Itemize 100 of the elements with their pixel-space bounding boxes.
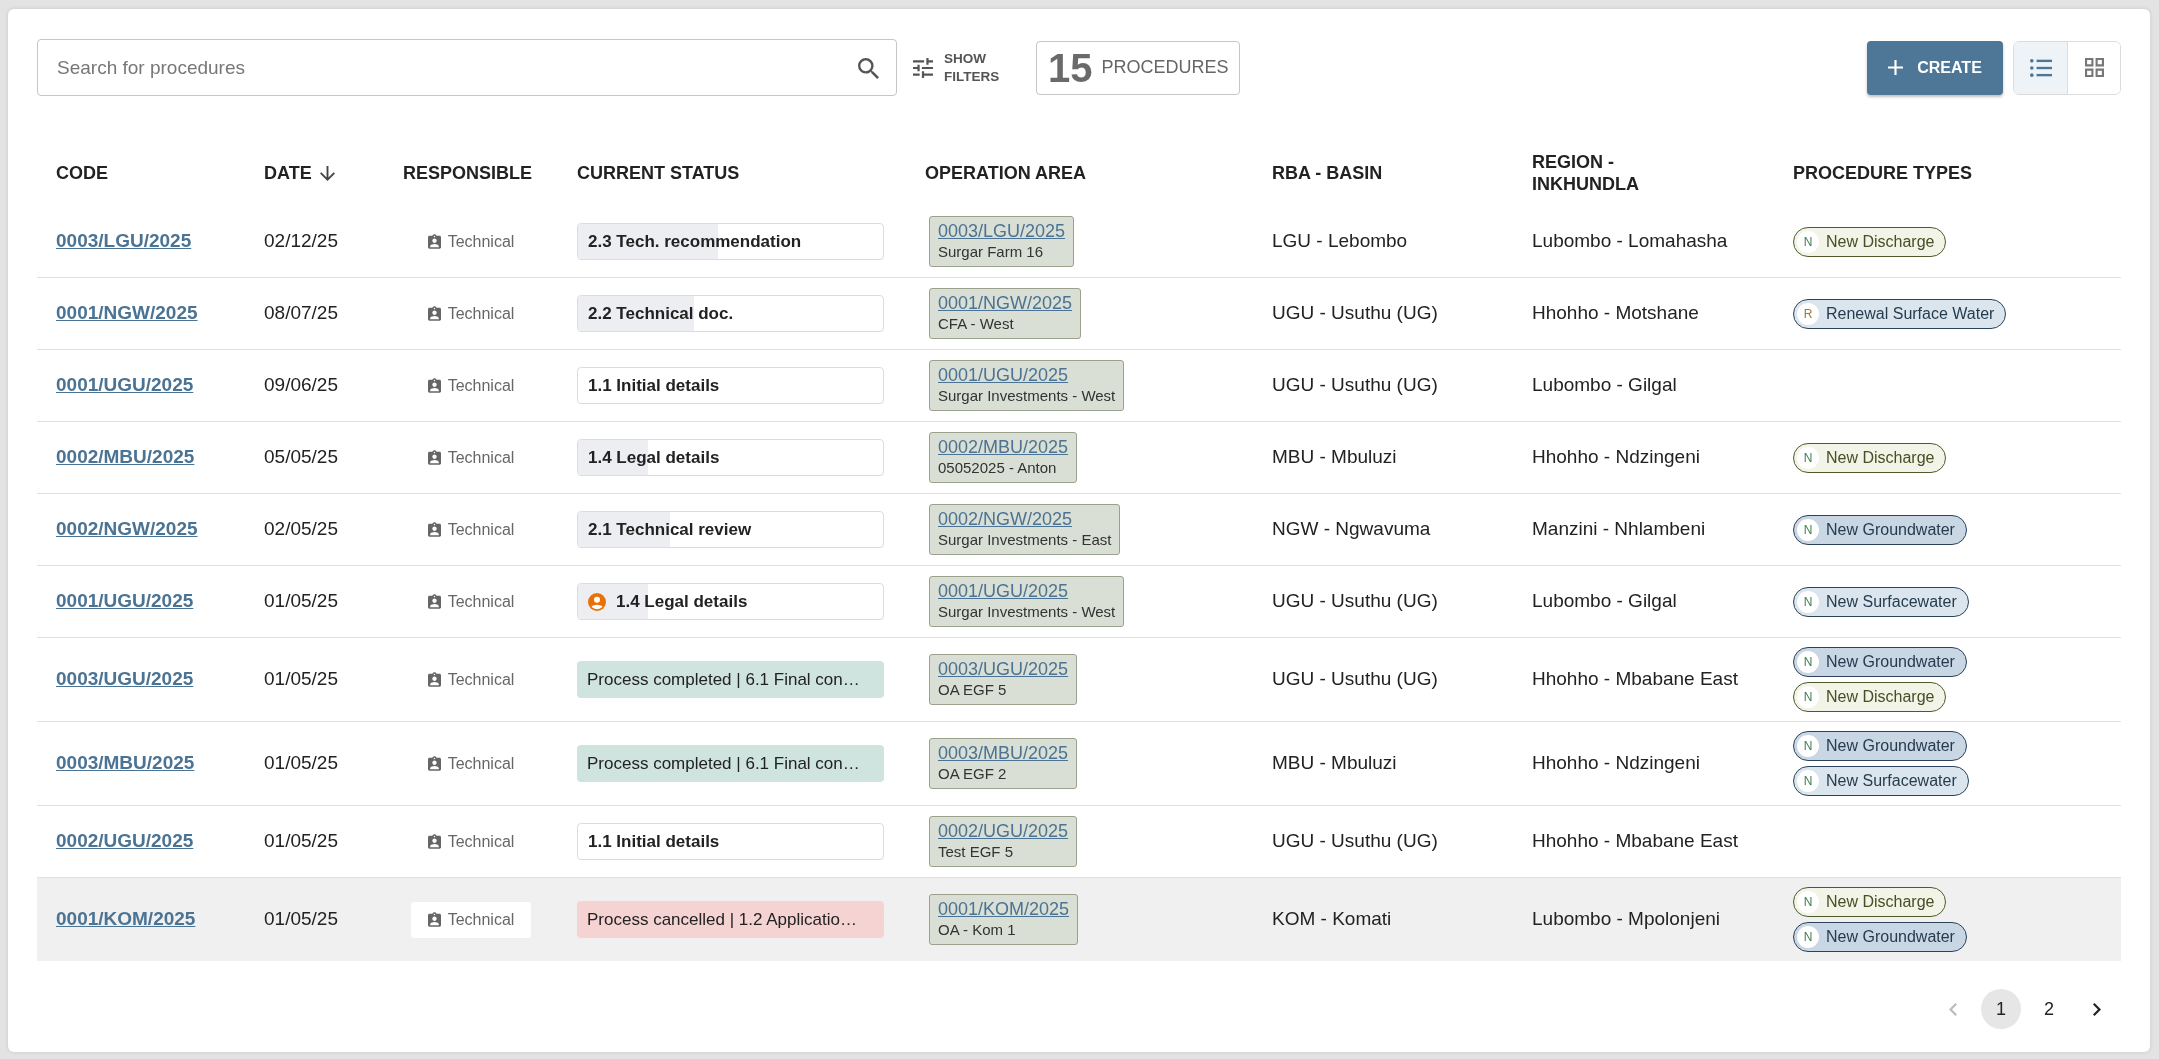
chevron-right-icon <box>2093 1002 2101 1016</box>
date-text: 01/05/25 <box>264 907 338 932</box>
type-initial: N <box>1797 651 1819 673</box>
status-text: Process completed | 6.1 Final con… <box>587 752 860 775</box>
region-text: Hhohho - Motshane <box>1532 301 1699 326</box>
operation-area-link[interactable]: 0003/UGU/2025 <box>938 659 1069 681</box>
basin-text: UGU - Usuthu (UG) <box>1272 667 1438 692</box>
status-text: 2.1 Technical review <box>588 518 752 541</box>
date-text: 09/06/25 <box>264 373 338 398</box>
operation-area-link[interactable]: 0001/UGU/2025 <box>938 365 1116 387</box>
type-initial: N <box>1797 926 1819 948</box>
type-label: New Discharge <box>1826 687 1935 707</box>
search-field[interactable]: Search for procedures <box>37 39 897 96</box>
operation-area-name: CFA - West <box>938 314 1015 333</box>
person-icon <box>588 592 606 611</box>
type-initial: N <box>1797 770 1819 792</box>
type-label: New Groundwater <box>1826 652 1955 672</box>
operation-area-link[interactable]: 0001/NGW/2025 <box>938 293 1073 315</box>
page-button[interactable]: 2 <box>2029 989 2069 1029</box>
procedure-code-link[interactable]: 0002/UGU/2025 <box>56 827 194 856</box>
procedure-code-link[interactable]: 0003/LGU/2025 <box>56 227 192 256</box>
procedure-code-link[interactable]: 0002/MBU/2025 <box>56 443 195 472</box>
create-button[interactable]: CREATE <box>1867 40 2003 95</box>
basin-text: UGU - Usuthu (UG) <box>1272 829 1438 854</box>
region-text: Hhohho - Ndzingeni <box>1532 751 1700 776</box>
type-label: New Surfacewater <box>1826 591 1957 612</box>
basin-text: UGU - Usuthu (UG) <box>1272 373 1438 398</box>
operation-area-name: OA - Kom 1 <box>938 920 1017 939</box>
list-view-button[interactable] <box>2014 41 2067 94</box>
operation-area-link[interactable]: 0002/UGU/2025 <box>938 821 1069 843</box>
operation-area-link[interactable]: 0001/UGU/2025 <box>938 581 1116 603</box>
responsible-text: Technical <box>447 591 515 612</box>
date-text: 01/05/25 <box>264 751 338 776</box>
region-text: Lubombo - Gilgal <box>1532 589 1677 614</box>
type-initial: N <box>1797 590 1819 613</box>
responsible-text: Technical <box>447 519 515 540</box>
type-initial: N <box>1797 735 1819 757</box>
column-header[interactable]: RESPONSIBLE <box>403 162 533 184</box>
operation-area-name: OA EGF 5 <box>938 680 1008 699</box>
responsible-text: Technical <box>447 753 515 774</box>
clipboard-person-icon <box>427 234 441 249</box>
status-text: 1.4 Legal details <box>616 590 748 613</box>
status-text: Process cancelled | 1.2 Applicatio… <box>587 908 857 931</box>
region-text: Manzini - Nhlambeni <box>1532 517 1706 542</box>
operation-area-link[interactable]: 0002/MBU/2025 <box>938 437 1069 459</box>
date-text: 01/05/25 <box>264 667 338 692</box>
procedure-code-link[interactable]: 0001/UGU/2025 <box>56 587 194 616</box>
type-initial: R <box>1797 302 1819 325</box>
type-label: New Surfacewater <box>1826 771 1957 791</box>
column-header[interactable]: REGION - INKHUNDLA <box>1532 151 1662 195</box>
show-filters-button[interactable]: SHOW FILTERS <box>913 49 1009 86</box>
type-initial: N <box>1797 230 1819 253</box>
region-text: Hhohho - Ndzingeni <box>1532 445 1700 470</box>
procedure-code-link[interactable]: 0001/UGU/2025 <box>56 371 194 400</box>
procedure-code-link[interactable]: 0003/UGU/2025 <box>56 665 194 694</box>
operation-area-link[interactable]: 0002/NGW/2025 <box>938 509 1112 531</box>
clipboard-person-icon <box>427 912 441 927</box>
list-icon <box>2029 58 2052 77</box>
plus-icon <box>1888 60 1904 75</box>
responsible-text: Technical <box>447 303 515 324</box>
operation-area-name: Test EGF 5 <box>938 842 1015 861</box>
date-text: 01/05/25 <box>264 829 338 854</box>
operation-area-link[interactable]: 0001/KOM/2025 <box>938 899 1070 921</box>
type-label: Renewal Surface Water <box>1826 303 1995 324</box>
region-text: Hhohho - Mbabane East <box>1532 829 1738 854</box>
type-label: New Groundwater <box>1826 927 1955 947</box>
grid-view-button[interactable] <box>2067 41 2120 94</box>
date-text: 02/05/25 <box>264 517 338 542</box>
column-header[interactable]: CURRENT STATUS <box>577 162 740 184</box>
operation-area-link[interactable]: 0003/LGU/2025 <box>938 221 1066 243</box>
status-text: 1.1 Initial details <box>588 374 720 397</box>
procedure-code-link[interactable]: 0003/MBU/2025 <box>56 749 195 778</box>
status-text: 1.4 Legal details <box>588 446 720 469</box>
column-header[interactable]: CODE <box>56 162 108 184</box>
clipboard-person-icon <box>427 834 441 849</box>
procedure-code-link[interactable]: 0001/NGW/2025 <box>56 299 198 328</box>
status-text: 1.1 Initial details <box>588 830 720 853</box>
basin-text: UGU - Usuthu (UG) <box>1272 589 1438 614</box>
responsible-text: Technical <box>447 231 515 252</box>
column-header[interactable]: OPERATION AREA <box>925 162 1086 184</box>
operation-area-name: OA EGF 2 <box>938 764 1008 783</box>
basin-text: MBU - Mbuluzi <box>1272 751 1397 776</box>
operation-area-name: 05052025 - Anton <box>938 458 1058 477</box>
region-text: Hhohho - Mbabane East <box>1532 667 1738 692</box>
date-text: 02/12/25 <box>264 229 338 254</box>
operation-area-link[interactable]: 0003/MBU/2025 <box>938 743 1069 765</box>
procedure-code-link[interactable]: 0002/NGW/2025 <box>56 515 198 544</box>
date-text: 01/05/25 <box>264 589 338 614</box>
basin-text: LGU - Lebombo <box>1272 229 1408 254</box>
column-header[interactable]: RBA - BASIN <box>1272 162 1383 184</box>
type-label: New Groundwater <box>1826 736 1955 756</box>
table-row[interactable]: 0001/KOM/2025 01/05/25 Technical Process cancelled | 1.2 Applicatio… 0001/KOM/2025 OA - Kom 1 KOM - Komati Lubombo - Mpolonjeni N New Discharge N New Groundwater <box>37 878 2121 961</box>
procedure-code-link[interactable]: 0001/KOM/2025 <box>56 905 196 934</box>
clipboard-person-icon <box>427 756 441 771</box>
clipboard-person-icon <box>427 378 441 393</box>
basin-text: KOM - Komati <box>1272 907 1392 932</box>
operation-area-name: Surgar Farm 16 <box>938 242 1045 261</box>
column-header[interactable]: DATE <box>264 162 312 184</box>
column-header[interactable]: PROCEDURE TYPES <box>1793 162 1973 184</box>
page-button[interactable]: 1 <box>1981 989 2021 1029</box>
